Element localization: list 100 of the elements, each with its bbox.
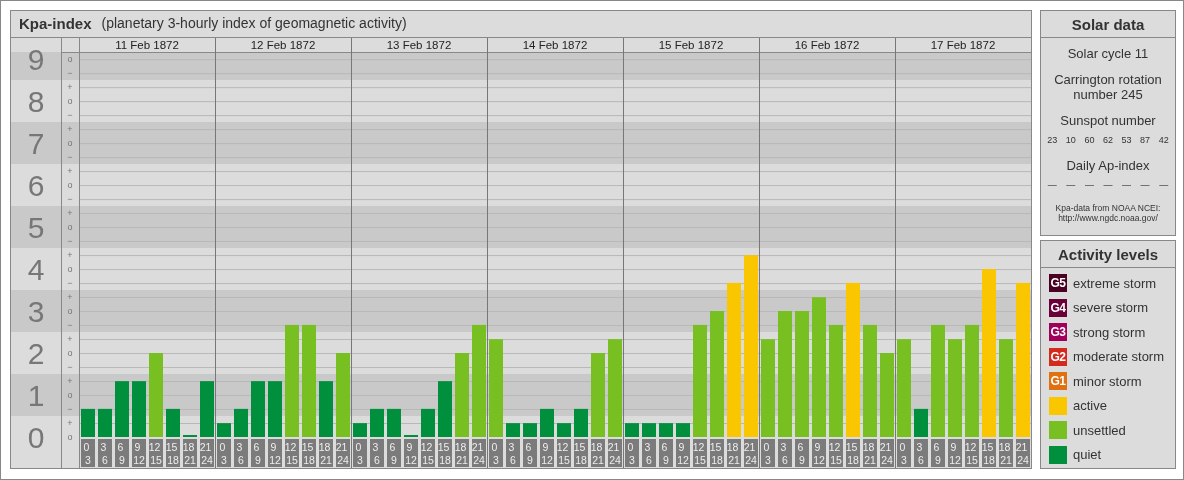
time-label: 3 6 — [642, 438, 656, 467]
tick-mark-label: o — [67, 222, 73, 232]
time-label: 9 12 — [676, 438, 690, 467]
level-label: minor storm — [1073, 372, 1142, 391]
tick-mark-label: − — [67, 110, 73, 121]
time-label: 15 18 — [301, 438, 316, 467]
date-label: 14 Feb 1872 — [522, 38, 588, 51]
level-label: severe storm — [1073, 299, 1149, 317]
time-label: 18 21 — [726, 438, 741, 467]
source-text: http://www.ngdc.noaa.gov/ — [1058, 212, 1159, 224]
tick-mark-label: + — [67, 333, 73, 344]
tick-mark-label: + — [67, 417, 73, 428]
tick-mark-label: − — [67, 68, 73, 79]
time-label: 3 6 — [234, 438, 248, 467]
solar-cycle-text: Solar cycle 11 — [1066, 47, 1150, 62]
tick-mark-label: − — [67, 361, 73, 372]
time-label: 15 18 — [437, 438, 452, 467]
tick-mark-label: o — [67, 138, 73, 149]
time-label: 9 12 — [540, 438, 554, 467]
time-label: 21 24 — [199, 438, 214, 467]
source-text: Kpa-data from NOAA NCEI: — [1054, 202, 1162, 213]
tick-mark-label: + — [67, 250, 73, 260]
time-label: 6 9 — [251, 438, 265, 467]
level-label: quiet — [1073, 446, 1102, 464]
time-label: 9 12 — [268, 438, 282, 467]
time-label: 6 9 — [115, 438, 129, 467]
time-label: 6 9 — [795, 438, 809, 467]
tick-mark-label: − — [67, 320, 73, 330]
time-label: 15 18 — [709, 438, 724, 467]
time-label: 15 18 — [981, 438, 996, 467]
tick-mark-label: o — [67, 180, 73, 191]
time-label: 18 21 — [318, 438, 333, 467]
tick-mark-label: o — [67, 264, 73, 274]
time-label: 21 24 — [471, 438, 486, 467]
sunspot-value: 53 — [1121, 133, 1132, 147]
tick-mark-label: + — [67, 166, 73, 177]
chart-title: Kpa-index — [19, 13, 92, 34]
time-label: 6 9 — [659, 438, 673, 467]
time-label: 21 24 — [335, 438, 350, 467]
time-label: 12 15 — [692, 438, 707, 467]
level-swatch: G1 — [1049, 372, 1067, 391]
time-label: 12 15 — [556, 438, 571, 467]
time-label: 18 21 — [454, 438, 469, 467]
ap-index-value: — — [1140, 179, 1150, 193]
sunspot-value: 10 — [1065, 133, 1076, 147]
rotation-text: Carrington rotation number 245 — [1053, 72, 1163, 103]
time-label: 6 9 — [931, 438, 945, 467]
time-label: 12 15 — [148, 438, 163, 467]
date-label: 13 Feb 1872 — [386, 38, 452, 51]
level-label: extreme storm — [1073, 274, 1157, 293]
time-label: 0 3 — [217, 438, 231, 467]
ap-index-value: — — [1066, 179, 1076, 193]
axis-label: 9 — [27, 43, 45, 77]
time-label: 3 6 — [98, 438, 112, 467]
time-label: 18 21 — [590, 438, 605, 467]
panel-title: Activity levels — [1041, 241, 1175, 268]
time-label: 0 3 — [625, 438, 639, 467]
axis-label: 4 — [27, 253, 45, 286]
level-swatch: G2 — [1049, 347, 1067, 366]
axis-label: 1 — [27, 378, 45, 412]
level-swatch: G3 — [1049, 323, 1067, 342]
panel-title: Solar data — [1041, 11, 1175, 38]
chart-subtitle: (planetary 3-hourly index of geomagnetic activity) — [101, 14, 407, 34]
tick-mark-label: + — [67, 124, 73, 135]
time-label: 3 6 — [370, 438, 384, 467]
time-label: 21 24 — [1015, 438, 1030, 467]
time-label: 15 18 — [165, 438, 180, 467]
tick-mark-label: o — [67, 389, 73, 400]
level-label: unsettled — [1073, 421, 1126, 440]
time-label: 18 21 — [998, 438, 1013, 467]
time-label: 9 12 — [132, 438, 146, 467]
level-label: active — [1073, 397, 1107, 415]
sunspot-value: 60 — [1084, 133, 1095, 147]
time-label: 6 9 — [387, 438, 401, 467]
time-label: 3 6 — [914, 438, 928, 467]
time-label: 15 18 — [845, 438, 860, 467]
time-label: 12 15 — [964, 438, 979, 467]
axis-label: 5 — [27, 211, 45, 244]
time-label: 21 24 — [879, 438, 894, 467]
date-label: 11 Feb 1872 — [115, 38, 179, 51]
time-label: 12 15 — [420, 438, 435, 467]
tick-mark-label: − — [67, 278, 73, 288]
date-label: 16 Feb 1872 — [794, 38, 860, 51]
time-label: 15 18 — [573, 438, 588, 467]
time-label: 21 24 — [607, 438, 622, 467]
time-label: 18 21 — [182, 438, 197, 467]
axis-label: 8 — [27, 85, 45, 119]
tick-mark-label: o — [67, 96, 73, 107]
sunspot-value: 42 — [1158, 133, 1169, 147]
level-swatch: G4 — [1049, 298, 1067, 317]
sunspot-value: 62 — [1102, 133, 1113, 147]
time-label: 3 6 — [778, 438, 792, 467]
tick-mark-label: + — [67, 375, 73, 386]
time-label: 0 3 — [489, 438, 503, 467]
ap-index-value: — — [1103, 179, 1113, 193]
tick-mark-label: − — [67, 236, 73, 246]
ap-index-value: — — [1159, 179, 1169, 193]
time-label: 21 24 — [743, 438, 758, 467]
time-label: 0 3 — [761, 438, 775, 467]
axis-label: 3 — [27, 295, 45, 328]
